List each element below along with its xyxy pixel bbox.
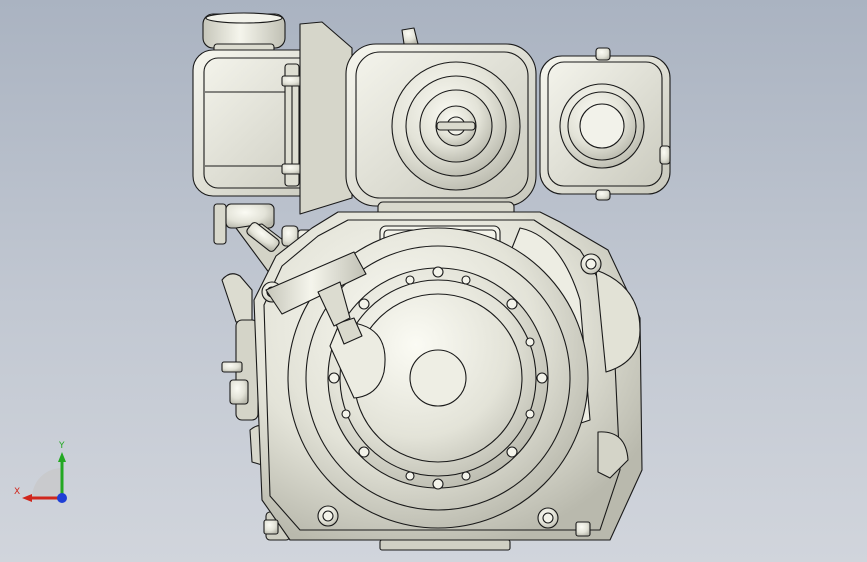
valve-cover	[345, 27, 537, 223]
triad-y-label: Y	[58, 441, 65, 451]
reference-triad-icon: Y X	[14, 441, 67, 503]
air-cleaner	[539, 47, 671, 201]
triad-z-axis	[57, 493, 67, 503]
engine-3d-model[interactable]	[0, 0, 867, 562]
triad-x-label: X	[14, 487, 20, 497]
graphics-viewport[interactable]: Y X	[0, 0, 867, 562]
fuel-cap	[202, 12, 286, 55]
